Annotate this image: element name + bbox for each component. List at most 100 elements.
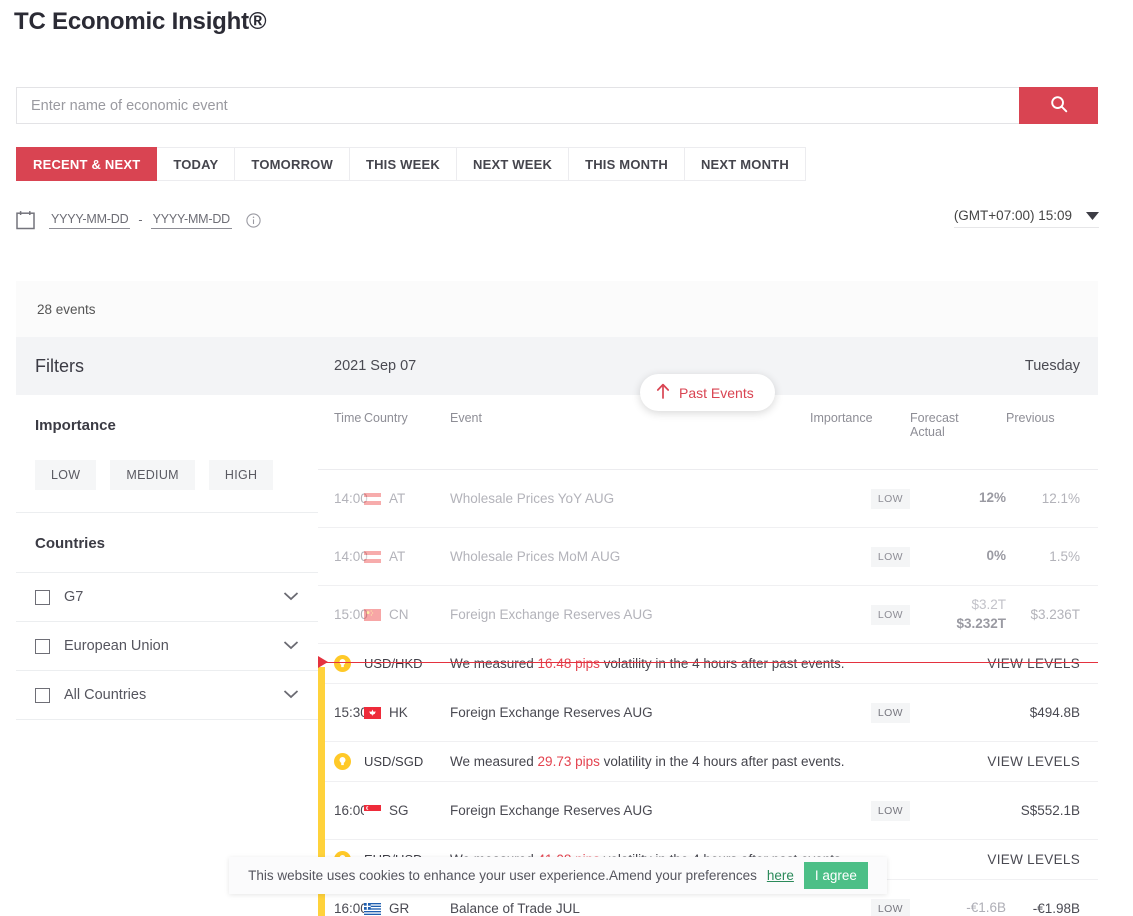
tab-today[interactable]: TODAY [157, 147, 236, 181]
flag-sg-icon [364, 804, 381, 817]
row-country-code: SG [389, 803, 409, 818]
row-previous: 12.1% [1041, 491, 1080, 506]
bulb-icon [334, 753, 351, 770]
volatility-text-before: We measured [450, 754, 538, 769]
date-range-controls: YYYY-MM-DD - YYYY-MM-DD [16, 205, 261, 235]
country-group-all-countries[interactable]: All Countries [16, 671, 318, 720]
countries-title: Countries [16, 513, 318, 573]
tab-this-week[interactable]: THIS WEEK [349, 147, 457, 181]
view-levels-link[interactable]: VIEW LEVELS [987, 852, 1080, 867]
day-date: 2021 Sep 07 [334, 358, 417, 374]
table-row[interactable]: 14:00 AT Wholesale Prices YoY AUG LOW 12… [318, 469, 1098, 528]
past-events-pill[interactable]: Past Events [640, 374, 775, 411]
tab-recent-and-next[interactable]: RECENT & NEXT [16, 147, 158, 181]
importance-high-button[interactable]: HIGH [208, 460, 274, 490]
view-levels-link[interactable]: VIEW LEVELS [987, 754, 1080, 769]
checkbox-european-union[interactable] [35, 638, 50, 654]
country-group-label: European Union [64, 638, 169, 654]
table-row[interactable]: 14:00 AT Wholesale Prices MoM AUG LOW 0% [318, 527, 1098, 586]
row-time: 16:00 [334, 901, 368, 916]
importance-badge: LOW [870, 702, 910, 723]
importance-filter: Importance LOW MEDIUM HIGH [16, 395, 318, 513]
col-time: Time [318, 395, 364, 470]
checkbox-g7[interactable] [35, 589, 50, 605]
period-tabs: RECENT & NEXT TODAY TOMORROW THIS WEEK N… [16, 147, 806, 181]
info-icon[interactable] [246, 212, 261, 228]
table-row[interactable]: 16:00 SG Foreign Exchange Reserves AUG L… [318, 781, 1098, 840]
tab-next-week[interactable]: NEXT WEEK [456, 147, 570, 181]
search-input[interactable] [16, 87, 1019, 124]
chevron-down-icon[interactable] [283, 637, 299, 655]
volatility-pips: 29.73 pips [537, 754, 600, 769]
tab-this-month[interactable]: THIS MONTH [569, 147, 685, 181]
volatility-row[interactable]: USD/SGD We measured 29.73 pips volatilit… [318, 741, 1098, 782]
row-event: Foreign Exchange Reserves AUG [450, 607, 653, 622]
row-time: 14:00 [334, 491, 368, 506]
chevron-down-icon[interactable] [283, 588, 299, 606]
arrow-up-icon [656, 383, 670, 402]
row-time: 15:00 [334, 607, 368, 622]
flag-cn-icon [364, 608, 381, 621]
country-group-g7[interactable]: G7 [16, 573, 318, 622]
cookie-agree-button[interactable]: I agree [803, 862, 868, 889]
events-count-bar: 28 events [16, 281, 1098, 337]
view-levels-link[interactable]: VIEW LEVELS [987, 656, 1080, 671]
table-row[interactable]: 15:00 CN Foreign Exchange Reserves AUG L… [318, 585, 1098, 644]
volatility-pips: 16.48 pips [537, 656, 600, 671]
events-table-body: 14:00 AT Wholesale Prices YoY AUG LOW 12… [318, 469, 1098, 916]
country-group-european-union[interactable]: European Union [16, 622, 318, 671]
country-group-label: G7 [64, 589, 84, 605]
col-country: Country [364, 395, 450, 470]
flag-hk-icon [364, 706, 381, 719]
page-title: TC Economic Insight® [14, 8, 267, 35]
row-event: Foreign Exchange Reserves AUG [450, 705, 653, 720]
search-icon [1049, 94, 1069, 117]
cookie-preferences-link[interactable]: here [767, 868, 794, 883]
tab-tomorrow[interactable]: TOMORROW [235, 147, 350, 181]
timezone-selector[interactable]: (GMT+07:00) 15:09 [953, 208, 1099, 228]
row-event: Wholesale Prices MoM AUG [450, 549, 621, 564]
row-event: Foreign Exchange Reserves AUG [450, 803, 653, 818]
row-actual: 0% [986, 548, 1006, 564]
checkbox-all-countries[interactable] [35, 687, 50, 703]
events-table-area: 2021 Sep 07 Tuesday Past Events Time Cou… [318, 337, 1098, 916]
day-weekday: Tuesday [1024, 358, 1080, 374]
now-divider-line [318, 662, 1098, 663]
importance-low-button[interactable]: LOW [35, 460, 97, 490]
row-forecast: -€1.6B [966, 900, 1006, 916]
timezone-label: (GMT+07:00) 15:09 [953, 208, 1072, 223]
importance-badge: LOW [870, 488, 910, 509]
row-event: Wholesale Prices YoY AUG [450, 491, 615, 506]
volatility-text-after: volatility in the 4 hours after past eve… [599, 754, 845, 769]
filters-sidebar: Filters Importance LOW MEDIUM HIGH Count… [16, 337, 318, 916]
row-previous: $494.8B [1029, 705, 1080, 720]
past-events-label: Past Events [679, 384, 754, 401]
chevron-down-icon [1086, 208, 1099, 223]
row-previous: S$552.1B [1020, 803, 1080, 818]
filters-heading: Filters [16, 337, 318, 395]
country-group-label: All Countries [64, 687, 147, 703]
col-previous: Previous [1006, 395, 1098, 470]
volatility-text-after: volatility in the 4 hours after past eve… [599, 656, 845, 671]
row-country-code: GR [389, 901, 410, 916]
economic-calendar-page: TC Economic Insight® RECENT & NEXT TODAY… [0, 0, 1133, 916]
row-time: 15:30 [334, 705, 368, 720]
chevron-down-icon[interactable] [283, 686, 299, 704]
search-button[interactable] [1019, 87, 1098, 124]
date-to-input[interactable]: YYYY-MM-DD [150, 212, 233, 229]
search-bar [16, 87, 1098, 124]
date-range-separator: - [138, 213, 143, 227]
row-forecast: $3.2T [971, 597, 1006, 613]
row-time: 16:00 [334, 803, 368, 818]
volatility-row[interactable]: USD/HKD We measured 16.48 pips volatilit… [318, 643, 1098, 684]
row-previous: -€1.98B [1032, 901, 1080, 916]
date-from-input[interactable]: YYYY-MM-DD [49, 212, 131, 229]
importance-badge: LOW [870, 898, 910, 916]
tab-next-month[interactable]: NEXT MONTH [684, 147, 806, 181]
importance-badge: LOW [870, 546, 910, 567]
calendar-icon[interactable] [16, 210, 35, 230]
currency-pair: USD/SGD [364, 754, 424, 769]
importance-medium-button[interactable]: MEDIUM [110, 460, 195, 490]
calendar-panel: Filters Importance LOW MEDIUM HIGH Count… [16, 337, 1098, 916]
table-row[interactable]: 15:30 HK Foreign Exchange Reserves AUG L… [318, 683, 1098, 742]
